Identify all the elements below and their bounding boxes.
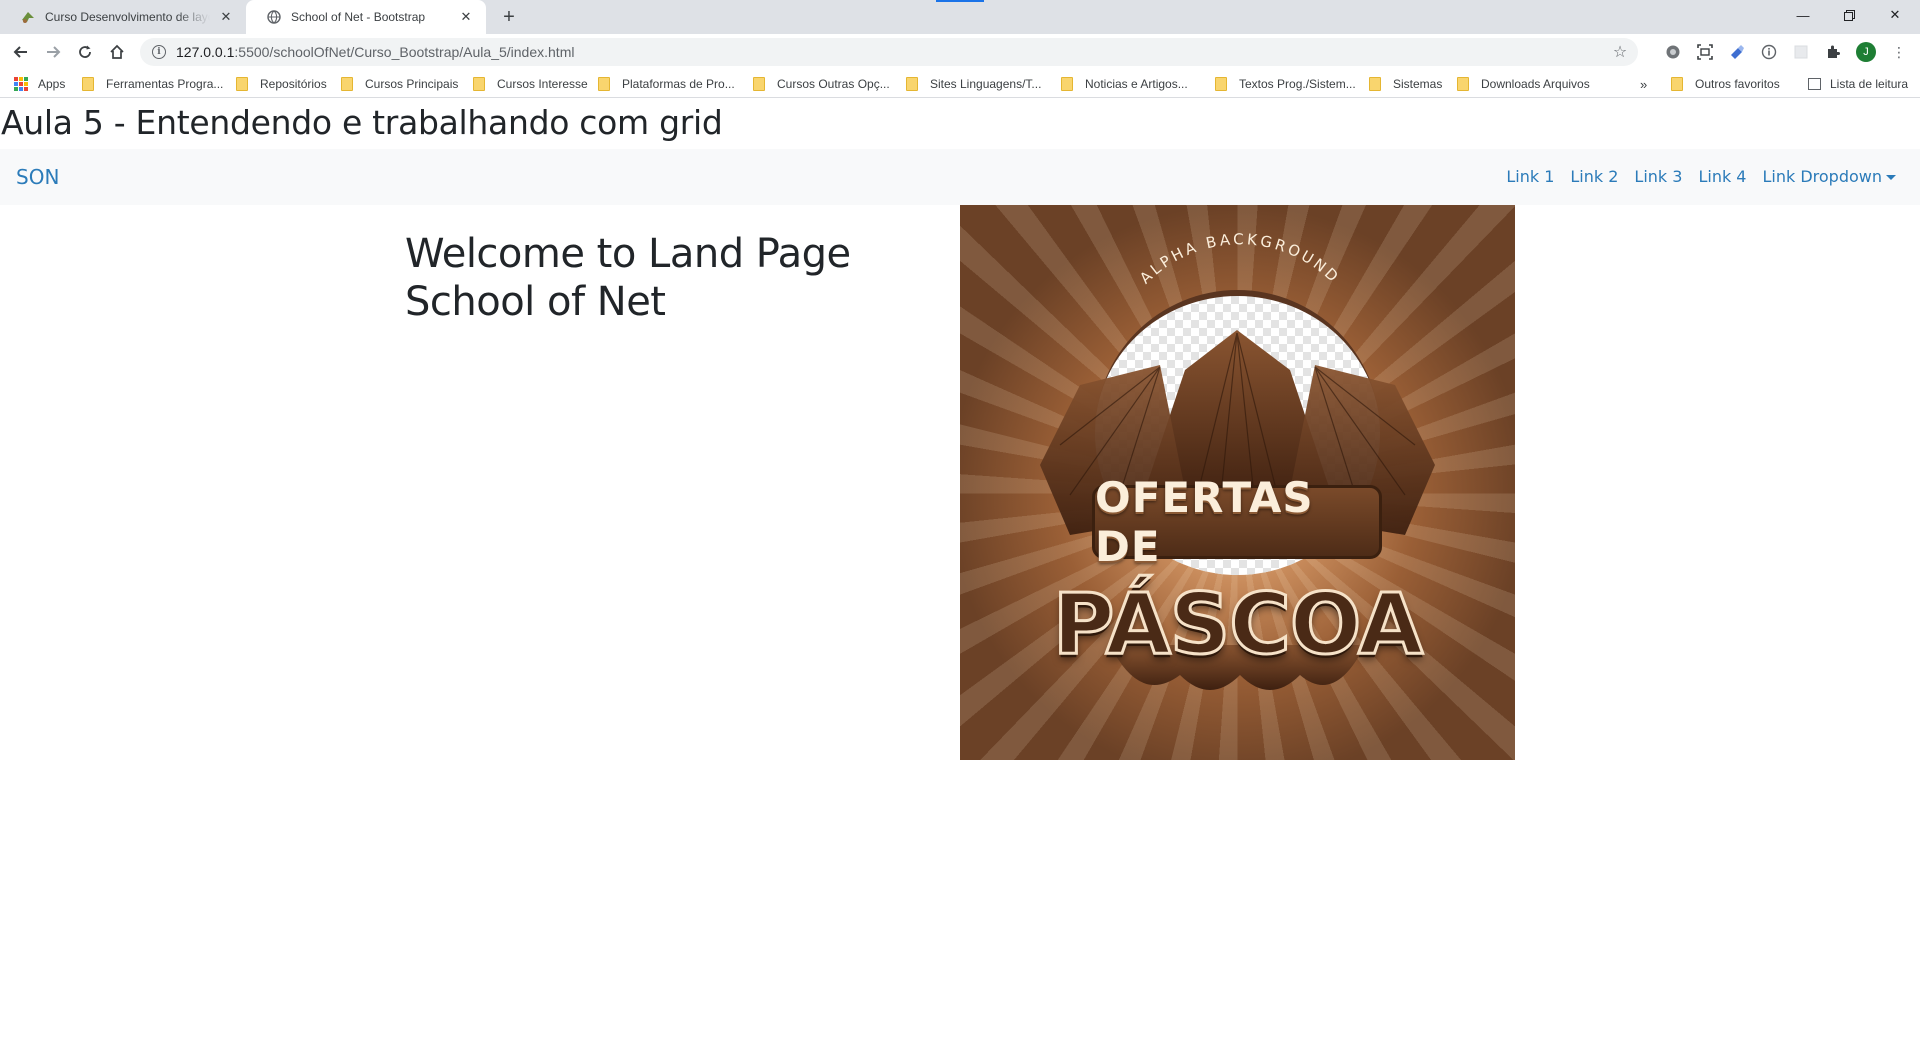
bookmark-folder[interactable]: Plataformas de Pro... bbox=[598, 75, 735, 93]
bookmark-folder[interactable]: Cursos Outras Opç... bbox=[753, 75, 890, 93]
site-info-icon[interactable]: i bbox=[152, 45, 166, 59]
page-title: Aula 5 - Entendendo e trabalhando com gr… bbox=[1, 103, 723, 142]
bookmark-label: Sistemas bbox=[1393, 77, 1443, 91]
bookmark-label: Outros favoritos bbox=[1695, 77, 1780, 91]
bookmark-star-icon[interactable]: ☆ bbox=[1610, 42, 1630, 62]
folder-icon bbox=[753, 77, 765, 91]
reload-icon[interactable] bbox=[73, 40, 97, 64]
address-bar[interactable]: i 127.0.0.1:5500/schoolOfNet/Curso_Boots… bbox=[140, 38, 1638, 66]
folder-icon bbox=[82, 77, 94, 91]
site-navbar: SON Link 1 Link 2 Link 3 Link 4 Link Dro… bbox=[0, 149, 1920, 205]
minimize-icon[interactable]: — bbox=[1780, 0, 1826, 30]
bookmark-label: Cursos Principais bbox=[365, 77, 459, 91]
url-text: 127.0.0.1:5500/schoolOfNet/Curso_Bootstr… bbox=[176, 44, 575, 60]
bookmark-apps[interactable]: Apps bbox=[14, 75, 65, 93]
caret-down-icon bbox=[1886, 175, 1896, 180]
folder-icon bbox=[906, 77, 918, 91]
forward-icon[interactable] bbox=[41, 40, 65, 64]
bookmark-label: Sites Linguagens/T... bbox=[930, 77, 1042, 91]
bookmark-folder[interactable]: Repositórios bbox=[236, 75, 327, 93]
reading-list-icon bbox=[1808, 78, 1821, 90]
folder-icon bbox=[1061, 77, 1073, 91]
bookmark-folder[interactable]: Noticias e Artigos... bbox=[1061, 75, 1188, 93]
folder-icon bbox=[473, 77, 485, 91]
offers-banner-text: OFERTAS DE bbox=[1095, 473, 1314, 571]
bookmark-folder[interactable]: Cursos Interesse bbox=[473, 75, 588, 93]
tab-search-indicator bbox=[936, 0, 984, 2]
pascoa-text: PÁSCOA bbox=[1051, 574, 1424, 675]
tab-school-of-net[interactable]: School of Net - Bootstrap ✕ bbox=[246, 0, 486, 34]
reading-list-label: Lista de leitura bbox=[1830, 77, 1909, 91]
bookmark-label: Cursos Interesse bbox=[497, 77, 588, 91]
folder-icon bbox=[1671, 77, 1683, 91]
tab-curso-desenvolvimento[interactable]: Curso Desenvolvimento de layout ✕ bbox=[0, 0, 246, 34]
bookmark-label: Textos Prog./Sistem... bbox=[1239, 77, 1356, 91]
bookmark-label: Repositórios bbox=[260, 77, 327, 91]
chevron-label: » bbox=[1640, 76, 1648, 92]
tab-favicon-icon bbox=[20, 9, 36, 25]
nav-link-3[interactable]: Link 3 bbox=[1634, 167, 1682, 186]
other-bookmarks-folder[interactable]: Outros favoritos bbox=[1671, 75, 1780, 93]
home-icon[interactable] bbox=[105, 40, 129, 64]
bookmark-label: Noticias e Artigos... bbox=[1085, 77, 1188, 91]
reading-list[interactable]: Lista de leitura bbox=[1808, 75, 1908, 93]
folder-icon bbox=[236, 77, 248, 91]
close-window-icon[interactable]: ✕ bbox=[1872, 0, 1918, 30]
extension-globe-icon[interactable] bbox=[1663, 42, 1683, 62]
folder-icon bbox=[1457, 77, 1469, 91]
folder-icon bbox=[598, 77, 610, 91]
welcome-heading: Welcome to Land Page School of Net bbox=[405, 231, 851, 325]
bookmark-label: Apps bbox=[38, 77, 66, 91]
info-extension-icon[interactable] bbox=[1759, 42, 1779, 62]
close-tab-icon[interactable]: ✕ bbox=[458, 9, 474, 25]
browser-toolbar: i 127.0.0.1:5500/schoolOfNet/Curso_Boots… bbox=[0, 34, 1920, 70]
browser-menu-icon[interactable]: ⋮ bbox=[1889, 42, 1909, 62]
nav-link-dropdown[interactable]: Link Dropdown bbox=[1762, 167, 1896, 186]
nav-link-4[interactable]: Link 4 bbox=[1698, 167, 1746, 186]
tab-strip: Curso Desenvolvimento de layout ✕ School… bbox=[0, 0, 1920, 34]
folder-icon bbox=[1369, 77, 1381, 91]
bookmarks-bar: Apps Ferramentas Progra... Repositórios … bbox=[0, 70, 1920, 98]
dropdown-label: Link Dropdown bbox=[1762, 167, 1882, 186]
bookmark-folder[interactable]: Downloads Arquivos bbox=[1457, 75, 1590, 93]
nav-link-2[interactable]: Link 2 bbox=[1570, 167, 1618, 186]
tab-title: Curso Desenvolvimento de layout bbox=[45, 10, 210, 24]
folder-icon bbox=[1215, 77, 1227, 91]
back-icon[interactable] bbox=[9, 40, 33, 64]
bookmark-folder[interactable]: Cursos Principais bbox=[341, 75, 458, 93]
bookmark-label: Plataformas de Pro... bbox=[622, 77, 735, 91]
page-content: Aula 5 - Entendendo e trabalhando com gr… bbox=[0, 99, 1920, 1040]
easter-offers-image: ALPHA BACKGROUND OFERTAS DE PÁSCOA bbox=[960, 205, 1515, 760]
offers-banner: OFERTAS DE bbox=[1092, 473, 1382, 571]
screenshot-extension-icon[interactable] bbox=[1695, 42, 1715, 62]
bookmark-label: Cursos Outras Opç... bbox=[777, 77, 890, 91]
new-tab-icon[interactable]: + bbox=[498, 6, 520, 28]
navbar-links: Link 1 Link 2 Link 3 Link 4 Link Dropdow… bbox=[1490, 167, 1896, 186]
globe-icon bbox=[266, 9, 282, 25]
nav-link-1[interactable]: Link 1 bbox=[1506, 167, 1554, 186]
bookmarks-overflow-chevron-icon[interactable]: » bbox=[1640, 75, 1647, 93]
tab-title: School of Net - Bootstrap bbox=[291, 10, 426, 24]
bookmark-folder[interactable]: Textos Prog./Sistem... bbox=[1215, 75, 1356, 93]
bookmark-label: Ferramentas Progra... bbox=[106, 77, 224, 91]
apps-grid-icon bbox=[14, 77, 28, 91]
folder-icon bbox=[341, 77, 353, 91]
translate-extension-icon[interactable] bbox=[1727, 42, 1747, 62]
profile-avatar[interactable]: J bbox=[1856, 42, 1876, 62]
bookmark-label: Downloads Arquivos bbox=[1481, 77, 1590, 91]
svg-text:ALPHA BACKGROUND: ALPHA BACKGROUND bbox=[1136, 230, 1344, 287]
bookmark-folder[interactable]: Ferramentas Progra... bbox=[82, 75, 223, 93]
navbar-brand[interactable]: SON bbox=[16, 165, 59, 189]
disabled-extension-icon[interactable] bbox=[1791, 42, 1811, 62]
restore-icon[interactable] bbox=[1826, 0, 1872, 30]
bookmark-folder[interactable]: Sites Linguagens/T... bbox=[906, 75, 1041, 93]
close-tab-icon[interactable]: ✕ bbox=[218, 9, 234, 25]
extensions-puzzle-icon[interactable] bbox=[1823, 42, 1843, 62]
bookmark-folder[interactable]: Sistemas bbox=[1369, 75, 1442, 93]
